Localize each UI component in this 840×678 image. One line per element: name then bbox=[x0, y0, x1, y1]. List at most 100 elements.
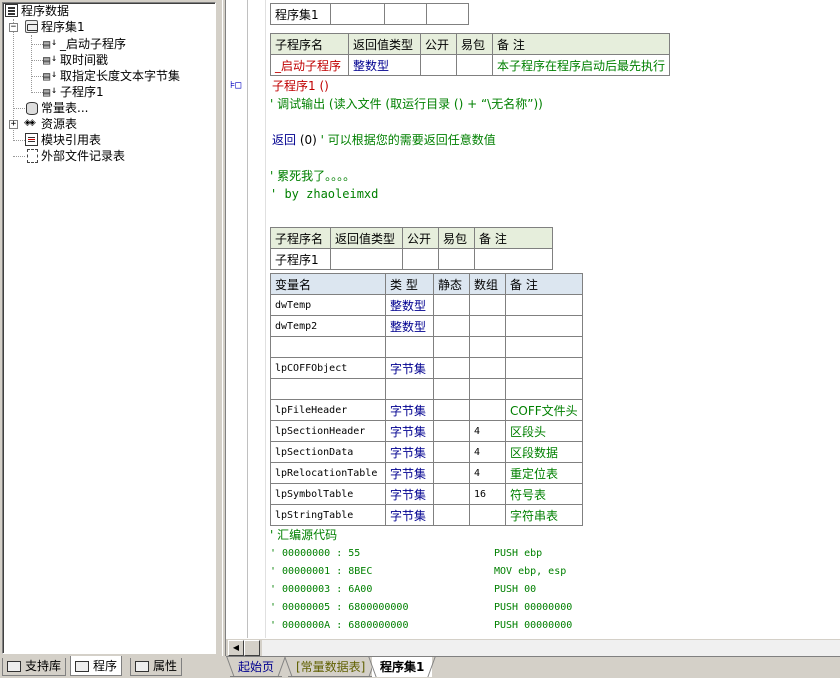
var-name-cell[interactable]: dwTemp2 bbox=[270, 315, 386, 337]
var-type-cell[interactable]: 字节集 bbox=[385, 357, 434, 379]
asm-line-instruction[interactable]: PUSH ebp bbox=[494, 546, 542, 562]
startup-sub-table[interactable]: 子程序名 返回值类型 公开 易包 备 注 _启动子程序 整数型 本子程序在程序启… bbox=[270, 33, 671, 76]
code-line-sub-call[interactable]: 子程序1 () bbox=[272, 78, 329, 94]
code-editor[interactable]: ⊧□ 程序集1 子程序名 返回值类型 公开 易包 备 注 _启动子程序 整数型 … bbox=[226, 0, 840, 638]
var-name-cell[interactable]: lpSectionHeader bbox=[270, 420, 386, 442]
var-name-cell[interactable]: lpSymbolTable bbox=[270, 483, 386, 505]
var-static-cell[interactable] bbox=[433, 294, 470, 316]
var-static-cell[interactable] bbox=[433, 336, 470, 358]
var-note-cell[interactable] bbox=[505, 378, 583, 400]
asm-line-bytes[interactable]: ' 00000000 : 55 bbox=[270, 546, 360, 562]
var-name-cell[interactable]: lpSectionData bbox=[270, 441, 386, 463]
var-static-cell[interactable] bbox=[433, 378, 470, 400]
assembly-name-cell[interactable]: 程序集1 bbox=[270, 3, 331, 25]
horizontal-scrollbar[interactable]: ◀ bbox=[226, 638, 840, 656]
var-note-cell[interactable] bbox=[505, 315, 583, 337]
var-static-cell[interactable] bbox=[433, 441, 470, 463]
code-line-debug-output[interactable]: ' 调试输出 (读入文件 (取运行目录 () + “\无名称”)) bbox=[270, 96, 543, 112]
tree-item-sub-bytes[interactable]: 取指定长度文本字节集 bbox=[43, 67, 180, 84]
expand-resources-toggle[interactable]: + bbox=[9, 120, 18, 129]
var-array-cell[interactable] bbox=[469, 336, 506, 358]
var-type-cell[interactable] bbox=[385, 378, 434, 400]
tab-support-library[interactable]: 支持库 bbox=[2, 658, 67, 676]
var-static-cell[interactable] bbox=[433, 399, 470, 421]
asm-line-instruction[interactable]: PUSH 00000000 bbox=[494, 600, 572, 616]
tree-item-sub-startup[interactable]: _启动子程序 bbox=[43, 35, 126, 52]
var-array-cell[interactable] bbox=[469, 357, 506, 379]
var-name-cell[interactable]: dwTemp bbox=[270, 294, 386, 316]
tree-item-external-files[interactable]: 外部文件记录表 bbox=[25, 148, 125, 164]
var-array-cell[interactable]: 4 bbox=[469, 420, 506, 442]
breakpoint-gutter[interactable] bbox=[226, 0, 248, 638]
var-name-cell[interactable]: lpFileHeader bbox=[270, 399, 386, 421]
var-static-cell[interactable] bbox=[433, 357, 470, 379]
var-array-cell[interactable] bbox=[469, 399, 506, 421]
tab-properties[interactable]: 属性 bbox=[130, 658, 183, 676]
var-name-cell[interactable] bbox=[270, 336, 386, 358]
asm-line-bytes[interactable]: ' 00000001 : 8BEC bbox=[270, 564, 372, 580]
tab-program[interactable]: 程序 bbox=[70, 656, 123, 676]
var-static-cell[interactable] bbox=[433, 462, 470, 484]
var-type-cell[interactable]: 字节集 bbox=[385, 399, 434, 421]
var-static-cell[interactable] bbox=[433, 315, 470, 337]
var-note-cell[interactable]: 区段头 bbox=[505, 420, 583, 442]
code-line-comment-author[interactable]: ' by zhaoleimxd bbox=[270, 186, 378, 202]
expand-assembly-toggle[interactable]: − bbox=[9, 23, 18, 32]
var-name-cell[interactable]: lpStringTable bbox=[270, 504, 386, 526]
sub1-table[interactable]: 子程序名 返回值类型 公开 易包 备 注 子程序1 bbox=[270, 227, 553, 270]
var-type-cell[interactable]: 整数型 bbox=[385, 315, 434, 337]
tab-assembly1[interactable]: 程序集1 bbox=[372, 657, 433, 677]
var-static-cell[interactable] bbox=[433, 483, 470, 505]
var-array-cell[interactable] bbox=[469, 504, 506, 526]
var-array-cell[interactable]: 4 bbox=[469, 462, 506, 484]
var-static-cell[interactable] bbox=[433, 420, 470, 442]
tree-root[interactable]: 程序数据 bbox=[5, 3, 69, 19]
tree-item-assembly[interactable]: 程序集1 bbox=[25, 19, 85, 35]
var-array-cell[interactable] bbox=[469, 294, 506, 316]
asm-line-bytes[interactable]: ' 0000000A : 6800000000 bbox=[270, 618, 408, 634]
var-array-cell[interactable]: 16 bbox=[469, 483, 506, 505]
tree-item-resources[interactable]: 资源表 bbox=[24, 115, 77, 132]
tree-item-sub-timestamp[interactable]: 取时间戳 bbox=[43, 51, 108, 68]
asm-line-bytes[interactable]: ' 00000005 : 6800000000 bbox=[270, 600, 408, 616]
local-variables-table[interactable]: 变量名 类 型 静态 数组 备 注 dwTemp 整数型 dwTemp2 整数型 lpC… bbox=[270, 273, 583, 526]
var-note-cell[interactable] bbox=[505, 294, 583, 316]
scroll-track[interactable] bbox=[262, 640, 840, 656]
tab-constant-data[interactable]: [常量数据表] bbox=[288, 657, 374, 677]
tree-item-sub1[interactable]: 子程序1 bbox=[43, 83, 104, 100]
var-note-cell[interactable]: 区段数据 bbox=[505, 441, 583, 463]
asm-line-bytes[interactable]: ' 00000003 : 6A00 bbox=[270, 582, 372, 598]
asm-title-comment[interactable]: ' 汇编源代码 bbox=[270, 527, 337, 543]
var-note-cell[interactable] bbox=[505, 336, 583, 358]
var-type-cell[interactable] bbox=[385, 336, 434, 358]
code-line-comment-tired[interactable]: ' 累死我了。。。。 bbox=[270, 168, 355, 184]
var-note-cell[interactable] bbox=[505, 357, 583, 379]
var-note-cell[interactable]: 符号表 bbox=[505, 483, 583, 505]
asm-line-instruction[interactable]: PUSH 00 bbox=[494, 582, 536, 598]
asm-line-instruction[interactable]: MOV ebp, esp bbox=[494, 564, 566, 580]
var-name-cell[interactable]: lpCOFFObject bbox=[270, 357, 386, 379]
var-static-cell[interactable] bbox=[433, 504, 470, 526]
var-type-cell[interactable]: 字节集 bbox=[385, 420, 434, 442]
var-type-cell[interactable]: 字节集 bbox=[385, 462, 434, 484]
var-array-cell[interactable] bbox=[469, 378, 506, 400]
var-name-cell[interactable] bbox=[270, 378, 386, 400]
code-line-return[interactable]: 返回 (0) ' 可以根据您的需要返回任意数值 bbox=[272, 132, 496, 148]
tree-item-modules[interactable]: 模块引用表 bbox=[25, 132, 101, 148]
project-tree[interactable]: 程序数据 − 程序集1 _启动子程序 取时间戳 取指定长度文本字节集 子程序1 … bbox=[2, 2, 216, 654]
var-name-cell[interactable]: lpRelocationTable bbox=[270, 462, 386, 484]
var-note-cell[interactable]: 重定位表 bbox=[505, 462, 583, 484]
var-note-cell[interactable]: 字符串表 bbox=[505, 504, 583, 526]
var-type-cell[interactable]: 字节集 bbox=[385, 483, 434, 505]
assembly-table[interactable]: 程序集1 bbox=[270, 3, 469, 25]
asm-line-instruction[interactable]: PUSH 00000000 bbox=[494, 618, 572, 634]
var-note-cell[interactable]: COFF文件头 bbox=[505, 399, 583, 421]
var-type-cell[interactable]: 字节集 bbox=[385, 441, 434, 463]
tab-start-page[interactable]: 起始页 bbox=[230, 657, 283, 677]
tree-item-constants[interactable]: 常量表... bbox=[25, 100, 88, 116]
scroll-left-button[interactable]: ◀ bbox=[228, 640, 244, 656]
var-type-cell[interactable]: 整数型 bbox=[385, 294, 434, 316]
var-type-cell[interactable]: 字节集 bbox=[385, 504, 434, 526]
var-array-cell[interactable]: 4 bbox=[469, 441, 506, 463]
var-array-cell[interactable] bbox=[469, 315, 506, 337]
